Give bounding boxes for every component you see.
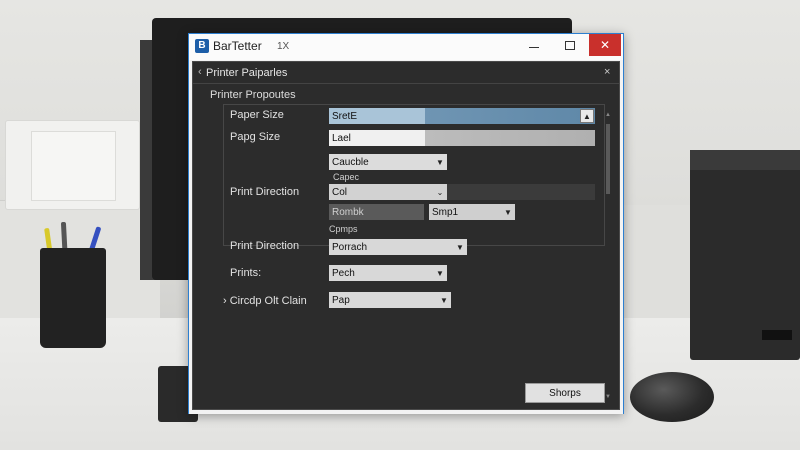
chevron-left-icon[interactable]: ‹ <box>198 66 202 78</box>
chevron-up-icon[interactable]: ▲ <box>580 109 594 123</box>
properties-group-box <box>223 104 605 246</box>
maximize-icon <box>565 40 575 50</box>
printer-properties-dialog: ‹ Printer Paiparles × Printer Propoutes … <box>192 61 620 410</box>
print-direction-label-2: Print Direction <box>230 240 300 252</box>
circdp-value: Pap <box>332 294 350 306</box>
label-printer <box>690 150 800 360</box>
scroll-down-icon[interactable]: ▼ <box>605 394 611 402</box>
dialog-close-icon[interactable]: × <box>604 66 610 78</box>
app-title: BarTetter <box>213 39 262 53</box>
rombk-field[interactable]: Rombk <box>329 204 424 220</box>
cases-caption: Capec <box>333 172 360 182</box>
close-icon: ✕ <box>599 38 611 52</box>
chevron-down-icon: ▼ <box>440 295 448 305</box>
cascade-value: Caucble <box>332 156 369 168</box>
cascade-select[interactable]: Caucble ▼ <box>329 154 447 170</box>
app-window: B BarTetter 1X ✕ ‹ Printer Paiparles × P… <box>188 33 624 414</box>
circdp-select[interactable]: Pap ▼ <box>329 292 451 308</box>
print-direction-value: Col <box>332 186 348 198</box>
apply-button[interactable]: Shorps <box>525 383 605 403</box>
rombk-value: Rombk <box>332 206 364 218</box>
computer-mouse <box>630 372 714 422</box>
white-device <box>5 120 140 210</box>
vertical-scrollbar[interactable]: ▲ ▼ <box>605 112 611 402</box>
print-direction-label: Print Direction <box>230 186 300 198</box>
print-direction-select[interactable]: Col ⌄ <box>329 184 447 200</box>
dialog-header: ‹ Printer Paiparles × <box>193 62 619 84</box>
paper-size-select[interactable]: SretE ▲ <box>329 108 595 124</box>
prints-select[interactable]: Pech ▼ <box>329 265 447 281</box>
scroll-thumb[interactable] <box>606 124 610 194</box>
paper-size-input-2[interactable]: Lael <box>329 130 595 146</box>
paper-size-label-2: Papg Size <box>230 131 281 143</box>
chevron-down-icon: ▼ <box>456 242 464 252</box>
app-version: 1X <box>277 41 290 52</box>
chevron-down-icon: ▼ <box>436 157 444 167</box>
maximize-button[interactable] <box>555 34 585 56</box>
pen-cup <box>40 248 106 348</box>
chevron-down-icon: ▼ <box>436 268 444 278</box>
options-caption: Cpmps <box>329 224 358 234</box>
close-button[interactable]: ✕ <box>589 34 621 56</box>
paper-size-value: SretE <box>332 110 358 122</box>
chevron-down-icon: ▼ <box>504 207 512 217</box>
minimize-icon <box>529 46 539 48</box>
print-direction-track <box>447 184 595 200</box>
app-logo-icon: B <box>195 39 209 53</box>
paper-size-value-2: Lael <box>332 132 351 144</box>
prints-label: Prints: <box>230 267 262 279</box>
scroll-up-icon[interactable]: ▲ <box>605 112 611 120</box>
sample-value: Smp1 <box>432 206 459 218</box>
section-title: Printer Propoutes <box>210 89 296 101</box>
window-bottom-edge <box>189 410 623 414</box>
chevron-down-icon: ⌄ <box>436 187 444 197</box>
prints-value: Pech <box>332 267 355 279</box>
circdp-label: › Circdp Olt Clain <box>223 295 307 307</box>
sample-select[interactable]: Smp1 ▼ <box>429 204 515 220</box>
minimize-button[interactable] <box>519 34 549 56</box>
title-bar[interactable]: B BarTetter 1X ✕ <box>189 34 623 60</box>
dialog-title: Printer Paiparles <box>206 67 288 79</box>
paper-size-label: Paper Size <box>230 109 284 121</box>
print-direction-value-2: Porrach <box>332 241 368 253</box>
print-direction-select-2[interactable]: Porrach ▼ <box>329 239 467 255</box>
